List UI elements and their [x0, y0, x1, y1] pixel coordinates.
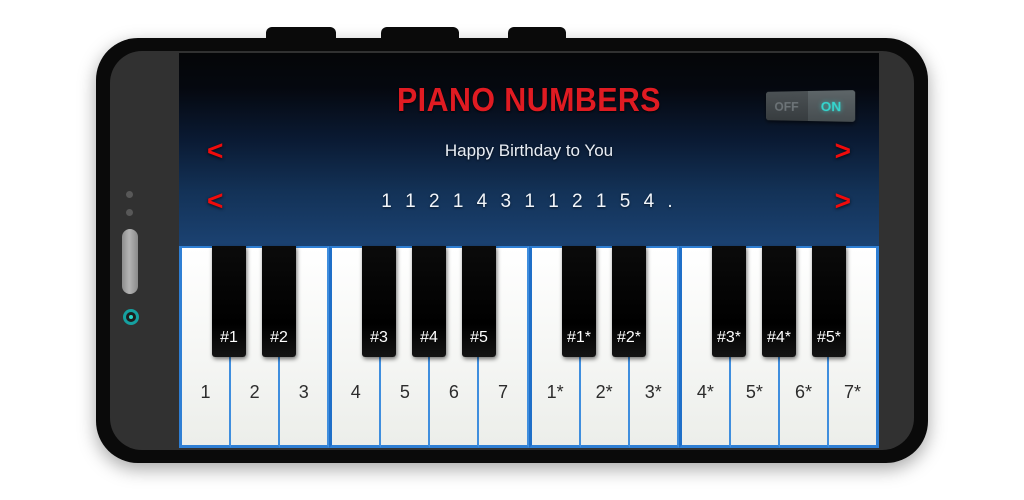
sound-toggle-switch[interactable]: OFF ON — [766, 90, 856, 122]
white-key-label: 1 — [200, 382, 211, 402]
black-key[interactable]: #1 — [212, 246, 246, 357]
black-key-label: #5* — [816, 329, 842, 346]
black-key-label: #1* — [566, 329, 592, 346]
white-key-label: 1* — [546, 382, 564, 402]
white-key-label: 6 — [448, 382, 459, 402]
sensor-dot-icon — [126, 209, 133, 216]
page-title: PIANO NUMBERS — [396, 81, 662, 118]
song-next-button[interactable]: > — [835, 137, 851, 165]
white-key-label: 4* — [696, 382, 714, 402]
black-key-label: #2 — [270, 329, 288, 346]
black-key-label: #3 — [370, 329, 388, 346]
black-key-label: #4* — [766, 329, 792, 346]
phone-bezel: PIANO NUMBERS OFF ON < > Happy Birthday … — [110, 51, 914, 450]
black-key[interactable]: #3* — [712, 246, 746, 357]
phone-side-button[interactable] — [122, 229, 138, 294]
song-title: Happy Birthday to You — [444, 141, 614, 160]
camera-icon — [123, 309, 139, 325]
phone-top-tab — [266, 27, 336, 43]
toggle-off-label[interactable]: OFF — [766, 91, 808, 121]
white-key-label: 5 — [399, 382, 410, 402]
black-key-label: #1 — [220, 329, 238, 346]
black-key[interactable]: #3 — [362, 246, 396, 357]
white-key-label: 6* — [794, 382, 812, 402]
white-key-label: 2* — [595, 382, 613, 402]
black-key[interactable]: #5* — [812, 246, 846, 357]
sequence-next-button[interactable]: > — [835, 187, 851, 215]
black-key-label: #4 — [420, 329, 438, 346]
song-prev-button[interactable]: < — [207, 137, 223, 165]
white-key-label: 7 — [498, 382, 509, 402]
black-key[interactable]: #5 — [462, 246, 496, 357]
sequence-prev-button[interactable]: < — [207, 187, 223, 215]
black-key-label: #5 — [470, 329, 488, 346]
white-key-label: 2 — [249, 382, 260, 402]
toggle-on-label[interactable]: ON — [808, 90, 856, 122]
black-key-label: #2* — [616, 329, 642, 346]
phone-device: PIANO NUMBERS OFF ON < > Happy Birthday … — [96, 27, 928, 463]
black-key[interactable]: #1* — [562, 246, 596, 357]
black-key-label: #3* — [716, 329, 742, 346]
white-key-label: 4 — [350, 382, 361, 402]
black-key[interactable]: #2* — [612, 246, 646, 357]
app-screen: PIANO NUMBERS OFF ON < > Happy Birthday … — [179, 53, 879, 448]
white-key-label: 7* — [844, 382, 862, 402]
white-key-label: 3* — [644, 382, 662, 402]
white-key-label: 5* — [745, 382, 763, 402]
phone-top-tab — [381, 27, 459, 43]
black-key[interactable]: #4 — [412, 246, 446, 357]
sensor-dot-icon — [126, 191, 133, 198]
white-key-label: 3 — [298, 382, 309, 402]
phone-top-tab — [508, 27, 566, 43]
app-header: PIANO NUMBERS OFF ON < > Happy Birthday … — [179, 53, 879, 246]
black-key[interactable]: #4* — [762, 246, 796, 357]
note-sequence: 1 1 2 1 4 3 1 1 2 1 5 4 . — [381, 191, 677, 212]
piano-keyboard: 1 2 3 4 5 6 7 1* 2* 3* 4* 5* 6* 7* #1 #2 #3 #4 #5 #1* #2* #3… — [179, 246, 879, 448]
black-key[interactable]: #2 — [262, 246, 296, 357]
